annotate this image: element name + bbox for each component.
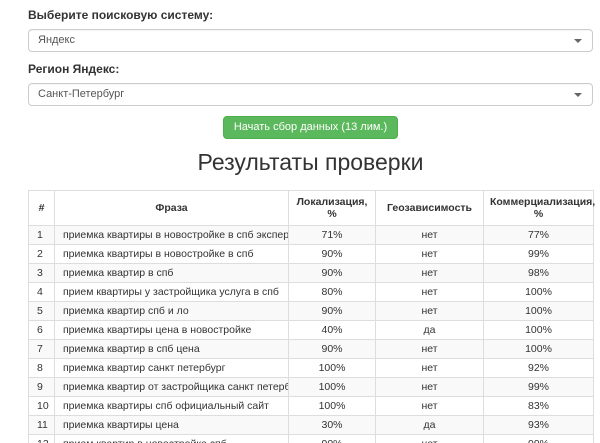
row-number-cell: 10 xyxy=(28,396,55,416)
start-collection-button[interactable]: Начать сбор данных (13 лим.) xyxy=(222,116,399,139)
header-localization: Локализация, % xyxy=(288,190,376,226)
commercialization-cell: 98% xyxy=(483,263,594,283)
geo-dependency-cell: нет xyxy=(375,339,484,359)
row-number-cell: 11 xyxy=(28,415,55,435)
row-number-cell: 4 xyxy=(28,282,55,302)
header-number: # xyxy=(28,190,55,226)
commercialization-cell: 93% xyxy=(483,415,594,435)
table-row: 2 приемка квартиры в новостройке в спб 90%… xyxy=(28,244,594,264)
table-row: 4 прием квартиры у застройщика услуга в с… xyxy=(28,282,594,302)
localization-cell: 90% xyxy=(288,339,376,359)
geo-dependency-cell: нет xyxy=(375,263,484,283)
row-number-cell: 9 xyxy=(28,377,55,397)
phrase-cell: прием квартир в новостройке спб xyxy=(54,434,289,443)
results-title: Результаты проверки xyxy=(197,149,424,175)
search-engine-selected-value: Яндекс xyxy=(38,34,75,46)
region-label: Регион Яндекс: xyxy=(28,62,120,76)
localization-cell: 100% xyxy=(288,396,376,416)
results-table-header: # Фраза Локализация, % Геозависимость Ко… xyxy=(28,190,595,226)
localization-cell: 71% xyxy=(288,225,376,245)
header-commercialization: Коммерциализация, % xyxy=(483,190,595,226)
phrase-cell: приемка квартиры в новостройке в спб xyxy=(54,244,289,264)
table-row: 1 приемка квартиры в новостройке в спб эк… xyxy=(28,225,594,245)
header-row: # Фраза Локализация, % Геозависимость Ко… xyxy=(28,190,595,226)
page-container: Выберите поисковую систему: Яндекс Регио… xyxy=(0,0,600,443)
geo-dependency-cell: нет xyxy=(375,225,484,245)
search-engine-select[interactable]: Яндекс xyxy=(28,29,593,52)
localization-cell: 90% xyxy=(288,301,376,321)
geo-dependency-cell: нет xyxy=(375,301,484,321)
localization-cell: 100% xyxy=(288,377,376,397)
commercialization-cell: 100% xyxy=(483,282,594,302)
table-row: 6 приемка квартиры цена в новостройке 40% д… xyxy=(28,320,594,340)
commercialization-cell: 99% xyxy=(483,434,594,443)
table-row: 7 приемка квартир в спб цена 90% нет 100% xyxy=(28,339,594,359)
row-number-cell: 5 xyxy=(28,301,55,321)
button-row: Начать сбор данных (13 лим.) xyxy=(28,116,593,139)
results-table-body: 1 приемка квартиры в новостройке в спб эк… xyxy=(28,225,594,443)
phrase-cell: прием квартиры у застройщика услуга в сп… xyxy=(54,282,289,302)
search-engine-label: Выберите поисковую систему: xyxy=(28,8,214,22)
geo-dependency-cell: нет xyxy=(375,282,484,302)
row-number-cell: 8 xyxy=(28,358,55,378)
commercialization-cell: 99% xyxy=(483,244,594,264)
geo-dependency-cell: нет xyxy=(375,434,484,443)
table-row: 8 приемка квартир санкт петербург 100% нет 9… xyxy=(28,358,594,378)
geo-dependency-cell: нет xyxy=(375,377,484,397)
commercialization-cell: 92% xyxy=(483,358,594,378)
phrase-cell: приемка квартиры цена в новостройке xyxy=(54,320,289,340)
geo-dependency-cell: нет xyxy=(375,244,484,264)
phrase-cell: приемка квартир спб и ло xyxy=(54,301,289,321)
row-number-cell: 12 xyxy=(28,434,55,443)
phrase-cell: приемка квартир от застройщика санкт пет… xyxy=(54,377,289,397)
row-number-cell: 7 xyxy=(28,339,55,359)
commercialization-cell: 100% xyxy=(483,339,594,359)
table-row: 5 приемка квартир спб и ло 90% нет 100% xyxy=(28,301,594,321)
table-row: 3 приемка квартир в спб 90% нет 98% xyxy=(28,263,594,283)
geo-dependency-cell: да xyxy=(375,320,484,340)
commercialization-cell: 83% xyxy=(483,396,594,416)
region-select[interactable]: Санкт-Петербург xyxy=(28,83,593,106)
row-number-cell: 3 xyxy=(28,263,55,283)
header-phrase: Фраза xyxy=(54,190,289,226)
localization-cell: 40% xyxy=(288,320,376,340)
commercialization-cell: 100% xyxy=(483,301,594,321)
table-row: 12прием квартир в новостройке спб90%нет9… xyxy=(28,434,594,443)
row-number-cell: 1 xyxy=(28,225,55,245)
phrase-cell: приемка квартиры спб официальный сайт xyxy=(54,396,289,416)
localization-cell: 90% xyxy=(288,434,376,443)
results-table: # Фраза Локализация, % Геозависимость Ко… xyxy=(28,190,595,443)
geo-dependency-cell: да xyxy=(375,415,484,435)
localization-cell: 90% xyxy=(288,263,376,283)
geo-dependency-cell: нет xyxy=(375,358,484,378)
localization-cell: 100% xyxy=(288,358,376,378)
localization-cell: 80% xyxy=(288,282,376,302)
commercialization-cell: 100% xyxy=(483,320,594,340)
commercialization-cell: 99% xyxy=(483,377,594,397)
geo-dependency-cell: нет xyxy=(375,396,484,416)
phrase-cell: приемка квартир в спб xyxy=(54,263,289,283)
row-number-cell: 6 xyxy=(28,320,55,340)
table-row: 11 приемка квартиры цена 30% да 93% xyxy=(28,415,594,435)
chevron-down-icon xyxy=(574,93,582,97)
row-number-cell: 2 xyxy=(28,244,55,264)
table-row: 10 приемка квартиры спб официальный сайт 1… xyxy=(28,396,594,416)
localization-cell: 30% xyxy=(288,415,376,435)
phrase-cell: приемка квартир санкт петербург xyxy=(54,358,289,378)
table-row: 9 приемка квартир от застройщика санкт пе… xyxy=(28,377,594,397)
localization-cell: 90% xyxy=(288,244,376,264)
phrase-cell: приемка квартиры в новостройке в спб экс… xyxy=(54,225,289,245)
chevron-down-icon xyxy=(574,39,582,43)
phrase-cell: приемка квартиры цена xyxy=(54,415,289,435)
phrase-cell: приемка квартир в спб цена xyxy=(54,339,289,359)
region-selected-value: Санкт-Петербург xyxy=(38,88,125,100)
commercialization-cell: 77% xyxy=(483,225,594,245)
header-geo-dependency: Геозависимость xyxy=(375,190,484,226)
